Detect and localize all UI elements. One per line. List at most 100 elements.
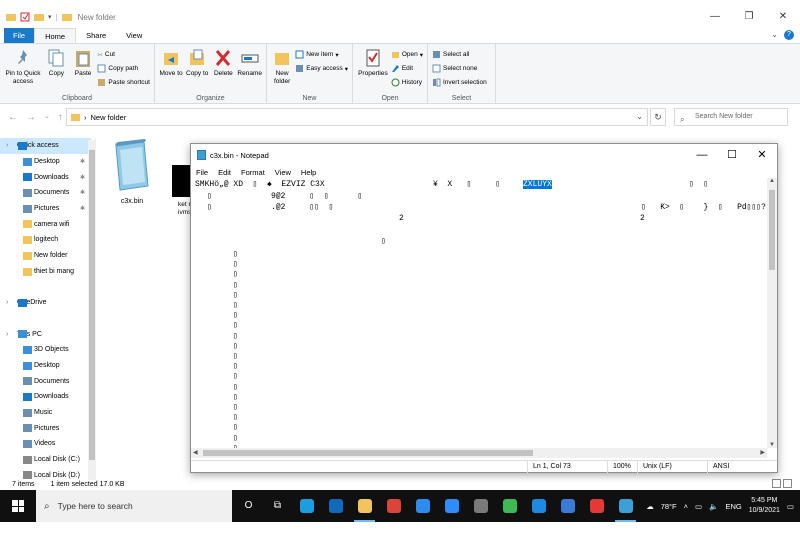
nav-item[interactable]: Pictures ✱: [0, 201, 95, 217]
cut-button[interactable]: ✂ Cut: [97, 49, 150, 60]
tab-home[interactable]: Home: [34, 28, 77, 43]
expand-chevron-icon[interactable]: ›: [6, 142, 8, 149]
nav-item[interactable]: Downloads: [0, 389, 95, 405]
expand-chevron-icon[interactable]: ›: [6, 331, 8, 338]
nav-item[interactable]: Documents ✱: [0, 185, 95, 201]
scroll-right-icon[interactable]: ▶: [760, 448, 765, 458]
taskbar-file-explorer-button[interactable]: [350, 490, 379, 522]
large-icons-view-icon[interactable]: [783, 479, 792, 488]
nav-item[interactable]: Videos: [0, 436, 95, 452]
search-input[interactable]: ⌕ Search New folder: [674, 108, 788, 126]
taskbar-app-blue2-button[interactable]: [524, 490, 553, 522]
notepad-text-area[interactable]: SMKHö„@ XD ▯ ♠ EZVIZ C3X ¥ X ▯ ▯ ZXLUYX …: [193, 178, 767, 448]
taskbar-notepad-button[interactable]: [611, 490, 640, 522]
minimize-button[interactable]: —: [687, 144, 717, 166]
chevron-down-icon[interactable]: ⌄: [636, 112, 643, 121]
taskbar-edge-legacy-button[interactable]: [321, 490, 350, 522]
menu-file[interactable]: File: [196, 168, 208, 177]
nav-item[interactable]: 3D Objects: [0, 342, 95, 358]
taskbar-app-blue-button[interactable]: [408, 490, 437, 522]
menu-help[interactable]: Help: [301, 168, 316, 177]
taskbar-app-grey-button[interactable]: [466, 490, 495, 522]
vertical-scrollbar[interactable]: ▲ ▼: [767, 178, 777, 448]
language-indicator[interactable]: ENG: [725, 502, 741, 511]
menu-edit[interactable]: Edit: [218, 168, 231, 177]
invert-selection-button[interactable]: Invert selection: [432, 77, 487, 88]
weather-icon[interactable]: ☁: [646, 502, 654, 511]
taskbar-cortana-button[interactable]: O: [234, 490, 263, 522]
nav-item[interactable]: › OneDrive: [0, 295, 95, 311]
volume-icon[interactable]: 🔈: [709, 502, 718, 511]
scroll-up-icon[interactable]: ▲: [767, 178, 777, 184]
paste-shortcut-button[interactable]: Paste shortcut: [97, 77, 150, 88]
taskbar-edge-button[interactable]: [292, 490, 321, 522]
network-icon[interactable]: ▭: [695, 502, 702, 511]
nav-item[interactable]: Documents: [0, 373, 95, 389]
scroll-down-icon[interactable]: ▼: [767, 442, 777, 448]
taskbar-app-green-button[interactable]: [495, 490, 524, 522]
copy-path-button[interactable]: Copy path: [97, 63, 150, 74]
horizontal-scroll-thumb[interactable]: [203, 450, 533, 456]
horizontal-scrollbar[interactable]: ◀ ▶: [191, 448, 767, 458]
customize-qat-icon[interactable]: ▾: [48, 13, 52, 21]
easy-access-button[interactable]: Easy access ▾: [295, 63, 348, 74]
expand-chevron-icon[interactable]: ›: [6, 299, 8, 306]
taskbar-app-teal-button[interactable]: [553, 490, 582, 522]
nav-item[interactable]: › Quick access: [0, 138, 91, 154]
nav-item[interactable]: thiet bi mang: [0, 264, 95, 280]
taskbar-search-input[interactable]: ⌕ Type here to search: [36, 490, 232, 522]
refresh-button[interactable]: ↻: [650, 108, 666, 126]
forward-arrow-icon[interactable]: →: [26, 112, 36, 123]
new-item-button[interactable]: New item ▾: [295, 49, 348, 60]
maximize-button[interactable]: ☐: [717, 144, 747, 166]
help-icon[interactable]: ?: [784, 30, 794, 40]
nav-item[interactable]: camera wifi: [0, 216, 95, 232]
show-hidden-icons-icon[interactable]: ˄: [684, 502, 688, 511]
up-arrow-icon[interactable]: ↑: [58, 112, 63, 123]
taskbar-chrome-button[interactable]: [379, 490, 408, 522]
tab-share[interactable]: Share: [76, 28, 116, 43]
taskbar-app-red-button[interactable]: [582, 490, 611, 522]
menu-format[interactable]: Format: [241, 168, 265, 177]
expand-ribbon-icon[interactable]: ⌄: [771, 30, 778, 39]
tab-file[interactable]: File: [4, 28, 35, 43]
nav-item[interactable]: New folder: [0, 248, 95, 264]
file-item[interactable]: c3x.bin: [108, 138, 156, 205]
breadcrumb[interactable]: New folder: [91, 113, 127, 122]
nav-scroll-thumb[interactable]: [89, 150, 95, 460]
recent-chevron-icon[interactable]: ⌄: [44, 112, 50, 123]
back-arrow-icon[interactable]: ←: [8, 112, 18, 123]
select-none-button[interactable]: Select none: [432, 63, 487, 74]
menu-view[interactable]: View: [275, 168, 291, 177]
nav-item[interactable]: › This PC: [0, 326, 95, 342]
minimize-button[interactable]: —: [698, 6, 732, 28]
taskbar-task-view-button[interactable]: ⧉: [263, 490, 292, 522]
close-button[interactable]: ✕: [747, 144, 777, 166]
nav-item[interactable]: Local Disk (C:): [0, 452, 95, 468]
clock[interactable]: 5:45 PM 10/9/2021: [749, 496, 780, 516]
start-button[interactable]: [0, 490, 36, 522]
tab-view[interactable]: View: [116, 28, 152, 43]
weather-temp[interactable]: 78°F: [661, 502, 677, 511]
edit-button[interactable]: Edit: [391, 63, 423, 74]
maximize-button[interactable]: ❐: [732, 6, 766, 28]
taskbar-zoom-button[interactable]: [437, 490, 466, 522]
select-all-button[interactable]: Select all: [432, 49, 487, 60]
open-button[interactable]: Open ▾: [391, 49, 423, 60]
nav-item[interactable]: logitech: [0, 232, 95, 248]
details-view-icon[interactable]: [772, 479, 781, 488]
properties-icon[interactable]: [20, 12, 30, 22]
nav-item[interactable]: Pictures: [0, 420, 95, 436]
nav-item[interactable]: Desktop ✱: [0, 154, 95, 170]
scroll-left-icon[interactable]: ◀: [193, 448, 198, 458]
nav-item[interactable]: Desktop: [0, 358, 95, 374]
new-folder-icon[interactable]: [34, 12, 44, 22]
nav-scrollbar[interactable]: [88, 140, 96, 480]
notification-icon[interactable]: ▭: [787, 502, 794, 511]
vertical-scroll-thumb[interactable]: [769, 190, 775, 270]
history-button[interactable]: History: [391, 77, 423, 88]
nav-item[interactable]: Music: [0, 405, 95, 421]
nav-item[interactable]: Downloads ✱: [0, 169, 95, 185]
address-input[interactable]: › New folder ⌄: [66, 108, 648, 126]
close-button[interactable]: ✕: [766, 6, 800, 28]
